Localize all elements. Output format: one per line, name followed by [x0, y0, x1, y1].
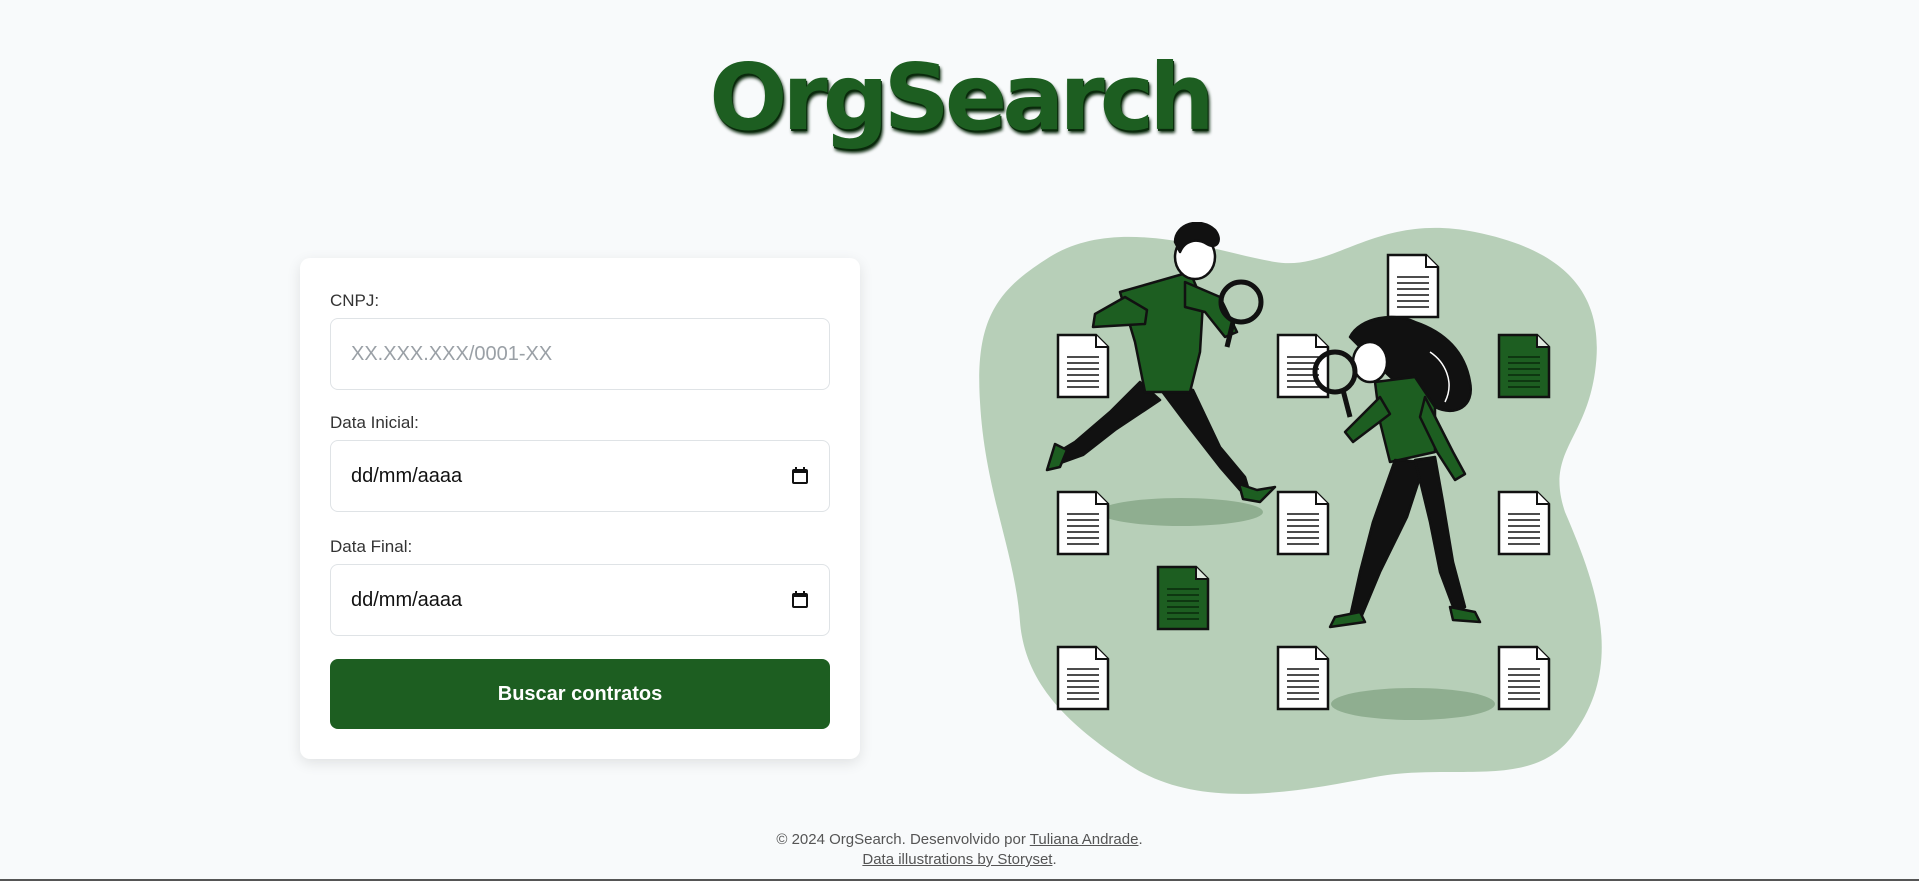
end-date-value: dd/mm/aaaa	[351, 588, 463, 611]
cnpj-placeholder: XX.XXX.XXX/0001-XX	[351, 342, 553, 365]
logo: OrgSearch	[0, 52, 1919, 144]
end-date-label: Data Final:	[330, 537, 413, 556]
logo-text: OrgSearch	[709, 44, 1215, 151]
calendar-icon[interactable]	[791, 467, 809, 485]
author-link[interactable]: Tuliana Andrade	[1030, 831, 1139, 848]
cnpj-input[interactable]: XX.XXX.XXX/0001-XX	[330, 318, 830, 390]
page: OrgSearch CNPJ: XX.XXX.XXX/0001-XX Data …	[0, 0, 1919, 881]
end-date-input[interactable]: dd/mm/aaaa	[330, 564, 830, 636]
footer-line-1: © 2024 OrgSearch. Desenvolvido por Tulia…	[0, 830, 1919, 850]
footer-period: .	[1052, 851, 1057, 868]
search-contracts-button[interactable]: Buscar contratos	[330, 659, 830, 729]
start-date-input[interactable]: dd/mm/aaaa	[330, 440, 830, 512]
footer-line-2: Data illustrations by Storyset.	[0, 850, 1919, 870]
footer: © 2024 OrgSearch. Desenvolvido por Tulia…	[0, 830, 1919, 870]
storyset-credit-link[interactable]: Data illustrations by Storyset	[862, 851, 1052, 868]
calendar-icon[interactable]	[791, 591, 809, 609]
start-date-label: Data Inicial:	[330, 413, 419, 432]
detectives-searching-documents-illustration	[979, 222, 1602, 794]
cnpj-label: CNPJ:	[330, 291, 380, 310]
footer-copyright: © 2024 OrgSearch. Desenvolvido por	[776, 831, 1030, 848]
start-date-value: dd/mm/aaaa	[351, 464, 463, 487]
search-form-card: CNPJ: XX.XXX.XXX/0001-XX Data Inicial: d…	[300, 258, 860, 759]
footer-period: .	[1138, 831, 1143, 848]
